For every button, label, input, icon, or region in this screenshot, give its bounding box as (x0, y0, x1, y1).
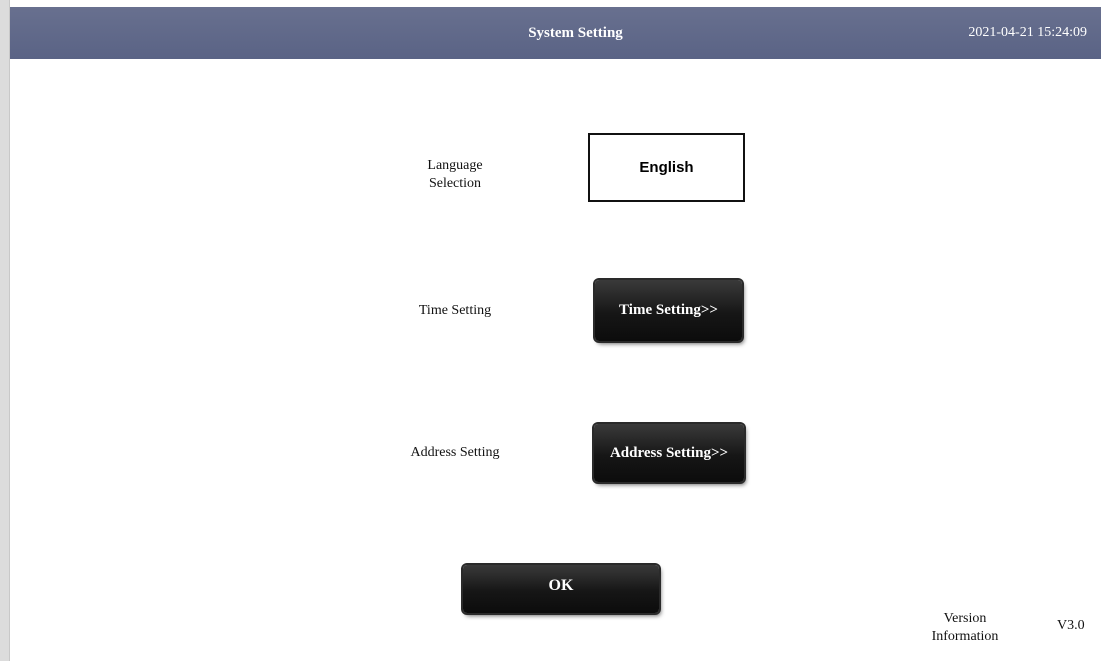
version-value: V3.0 (1057, 618, 1085, 633)
version-label-line1: Version (943, 611, 987, 626)
time-setting-button[interactable]: Time Setting>> (595, 280, 742, 341)
datetime-display: 2021-04-21 15:24:09 (968, 25, 1087, 40)
address-setting-label: Address Setting (410, 445, 500, 460)
version-label-line2: Information (931, 629, 999, 644)
language-selection-label: Language Selection (415, 157, 495, 193)
time-setting-label: Time Setting (418, 303, 492, 318)
system-setting-screen: System Setting 2021-04-21 15:24:09 Langu… (0, 0, 1101, 661)
title-bar: System Setting 2021-04-21 15:24:09 (10, 7, 1101, 59)
ok-button[interactable]: OK (463, 565, 659, 613)
language-select-button[interactable]: English (588, 133, 745, 202)
left-border (0, 0, 10, 661)
language-label-line2: Selection (428, 176, 482, 191)
version-information-label: Version Information (925, 610, 1005, 646)
language-label-line1: Language (427, 158, 483, 173)
address-setting-button[interactable]: Address Setting>> (594, 424, 744, 482)
page-title: System Setting (528, 25, 623, 41)
